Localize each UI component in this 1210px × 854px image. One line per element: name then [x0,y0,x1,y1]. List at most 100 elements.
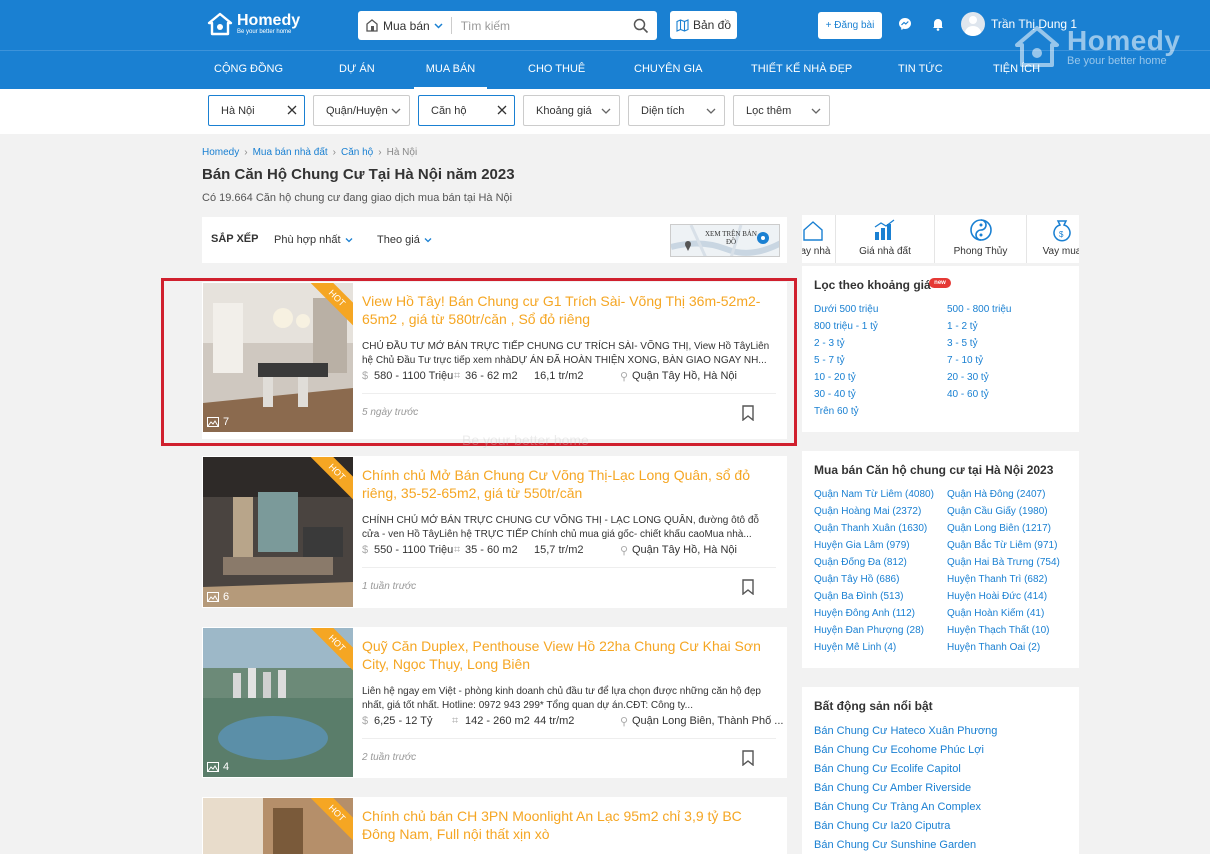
search-type-label: Mua bán [383,18,430,33]
filter-district[interactable]: Quận/Huyện [313,95,410,126]
featured-link[interactable]: Bán Chung Cư Ecolife Capitol [814,763,961,775]
featured-link[interactable]: Bán Chung Cư Tràng An Complex [814,801,981,813]
bell-icon[interactable] [931,17,945,31]
listing-card[interactable]: HOT 4 Quỹ Căn Duplex, Penthouse View Hồ … [202,627,787,778]
listing-photo[interactable]: HOT 6 [203,457,353,607]
tool-vay-nha[interactable]: Vay nhà [802,215,836,263]
price-range-link[interactable]: 20 - 30 tỷ [947,372,989,383]
district-link[interactable]: Huyện Thạch Thất (10) [947,625,1049,636]
district-link[interactable]: Quận Long Biên (1217) [947,523,1051,534]
district-link[interactable]: Quận Tây Hồ (686) [814,574,899,585]
featured-link[interactable]: Bán Chung Cư Ia20 Ciputra [814,820,950,832]
district-link[interactable]: Huyện Mê Linh (4) [814,642,896,653]
listing-card[interactable]: HOT Chính chủ bán CH 3PN Moonlight An Lạ… [202,797,787,854]
district-link[interactable]: Huyện Đan Phượng (28) [814,625,924,636]
districts-panel: Mua bán Căn hộ chung cư tại Hà Nội 2023 … [802,451,1079,668]
nav-mua-ban[interactable]: MUA BÁN [414,51,487,89]
district-link[interactable]: Quận Nam Từ Liêm (4080) [814,489,934,500]
nav-cho-thue[interactable]: CHO THUÊ [528,51,585,89]
price-range-link[interactable]: 10 - 20 tỷ [814,372,856,383]
listing-card[interactable]: HOT 6 Chính chủ Mở Bán Chung Cư Võng Thị… [202,456,787,608]
district-link[interactable]: Huyện Hoài Đức (414) [947,591,1047,602]
nav-tin-tuc[interactable]: TIN TỨC [898,51,943,89]
nav-du-an[interactable]: DỰ ÁN [339,51,375,89]
homedy-logo[interactable]: Homedy Be your better home [207,12,300,36]
tool-vay-mua[interactable]: $ Vay mua [1027,215,1079,263]
filter-area-label: Diện tích [641,104,685,117]
tool-phong-thuy[interactable]: Phong Thủy [935,215,1027,263]
search-box: Mua bán Tìm kiếm [358,11,657,40]
price-range-link[interactable]: 500 - 800 triệu [947,304,1012,315]
filter-city[interactable]: Hà Nội [208,95,305,126]
close-icon[interactable] [496,103,508,117]
interior-photo [203,457,353,607]
district-link[interactable]: Huyện Gia Lâm (979) [814,540,910,551]
filter-price[interactable]: Khoảng giá [523,95,620,126]
featured-link[interactable]: Bán Chung Cư Ecohome Phúc Lợi [814,744,984,756]
district-link[interactable]: Huyện Thanh Oai (2) [947,642,1040,653]
nav-cong-dong[interactable]: CỘNG ĐỒNG [214,51,283,89]
listing-title[interactable]: Chính chủ Mở Bán Chung Cư Võng Thị-Lạc L… [362,466,778,502]
district-link[interactable]: Quận Thanh Xuân (1630) [814,523,927,534]
price-filter-title: Lọc theo khoảng giá [814,278,931,292]
district-link[interactable]: Quận Hoàng Mai (2372) [814,506,921,517]
close-icon[interactable] [286,103,298,117]
filter-property-type[interactable]: Căn hộ [418,95,515,126]
search-type-select[interactable]: Mua bán [358,17,452,34]
price-icon: $ [362,544,369,556]
price-range-link[interactable]: 1 - 2 tỷ [947,321,978,332]
price-range-link[interactable]: 3 - 5 tỷ [947,338,978,349]
sort-price-dropdown[interactable]: Theo giá [377,234,432,246]
tool-gia-nha-dat[interactable]: Giá nhà đất [836,215,935,263]
listing-meta: $ 6,25 - 12 Tỷ ⌗ 142 - 260 m2 44 tr/m2 ⚲… [362,715,783,729]
price-range-link[interactable]: 5 - 7 tỷ [814,355,845,366]
house-logo-icon [207,12,233,36]
listing-title[interactable]: Chính chủ bán CH 3PN Moonlight An Lạc 95… [362,807,778,843]
district-link[interactable]: Huyện Thanh Trì (682) [947,574,1047,585]
listing-title[interactable]: Quỹ Căn Duplex, Penthouse View Hồ 22ha C… [362,637,778,673]
price-range-link[interactable]: 7 - 10 tỷ [947,355,983,366]
price-range-link[interactable]: 30 - 40 tỷ [814,389,856,400]
bookmark-icon[interactable] [741,750,755,766]
price-range-link[interactable]: Trên 60 tỷ [814,406,859,417]
listing-photo[interactable]: HOT 4 [203,628,353,777]
chevron-right-icon: › [332,147,336,158]
price-range-link[interactable]: 2 - 3 tỷ [814,338,845,349]
nav-thiet-ke-nha-dep[interactable]: THIẾT KẾ NHÀ ĐẸP [751,51,852,89]
district-link[interactable]: Quận Đống Đa (812) [814,557,907,568]
district-link[interactable]: Quận Hoàn Kiếm (41) [947,608,1044,619]
price-range-link[interactable]: 800 triệu - 1 tỷ [814,321,878,332]
district-link[interactable]: Quận Cầu Giấy (1980) [947,506,1048,517]
nav-chuyen-gia[interactable]: CHUYÊN GIA [634,51,702,89]
breadcrumb-mua-ban[interactable]: Mua bán nhà đất [253,147,328,158]
bookmark-icon[interactable] [741,579,755,595]
district-link[interactable]: Quận Ba Đình (513) [814,591,904,602]
listing-photo[interactable]: HOT [203,798,353,854]
breadcrumb-can-ho[interactable]: Căn hộ [341,147,373,158]
district-link[interactable]: Quận Bắc Từ Liêm (971) [947,540,1057,551]
price-range-link[interactable]: 40 - 60 tỷ [947,389,989,400]
district-link[interactable]: Huyện Đông Anh (112) [814,608,915,619]
sort-relevance-dropdown[interactable]: Phù hợp nhất [274,234,353,246]
district-link[interactable]: Quận Hai Bà Trưng (754) [947,557,1060,568]
district-link[interactable]: Quận Hà Đông (2407) [947,489,1045,500]
chevron-down-icon [601,108,611,114]
breadcrumb-current: Hà Nội [386,147,418,158]
view-on-map-thumbnail[interactable]: XEM TRÊN BẢN ĐỒ [670,224,780,257]
breadcrumb-home[interactable]: Homedy [202,147,239,158]
filter-more[interactable]: Lọc thêm [733,95,830,126]
post-button[interactable]: + Đăng bài [818,12,882,39]
search-icon[interactable] [633,18,649,34]
search-input[interactable]: Tìm kiếm [452,19,633,33]
map-button-label: Bản đồ [692,18,732,32]
featured-link[interactable]: Bán Chung Cư Sunshine Garden [814,839,976,851]
house-icon [802,221,823,241]
price-range-link[interactable]: Dưới 500 triệu [814,304,878,315]
messenger-icon[interactable] [898,17,912,31]
filter-area[interactable]: Diện tích [628,95,725,126]
featured-link[interactable]: Bán Chung Cư Amber Riverside [814,782,971,794]
filter-more-label: Lọc thêm [746,104,792,117]
map-button[interactable]: Bản đồ [670,11,737,39]
tools-strip: Vay nhà Giá nhà đất Phong Thủy $ Vay mua [802,215,1079,263]
featured-link[interactable]: Bán Chung Cư Hateco Xuân Phương [814,725,997,737]
